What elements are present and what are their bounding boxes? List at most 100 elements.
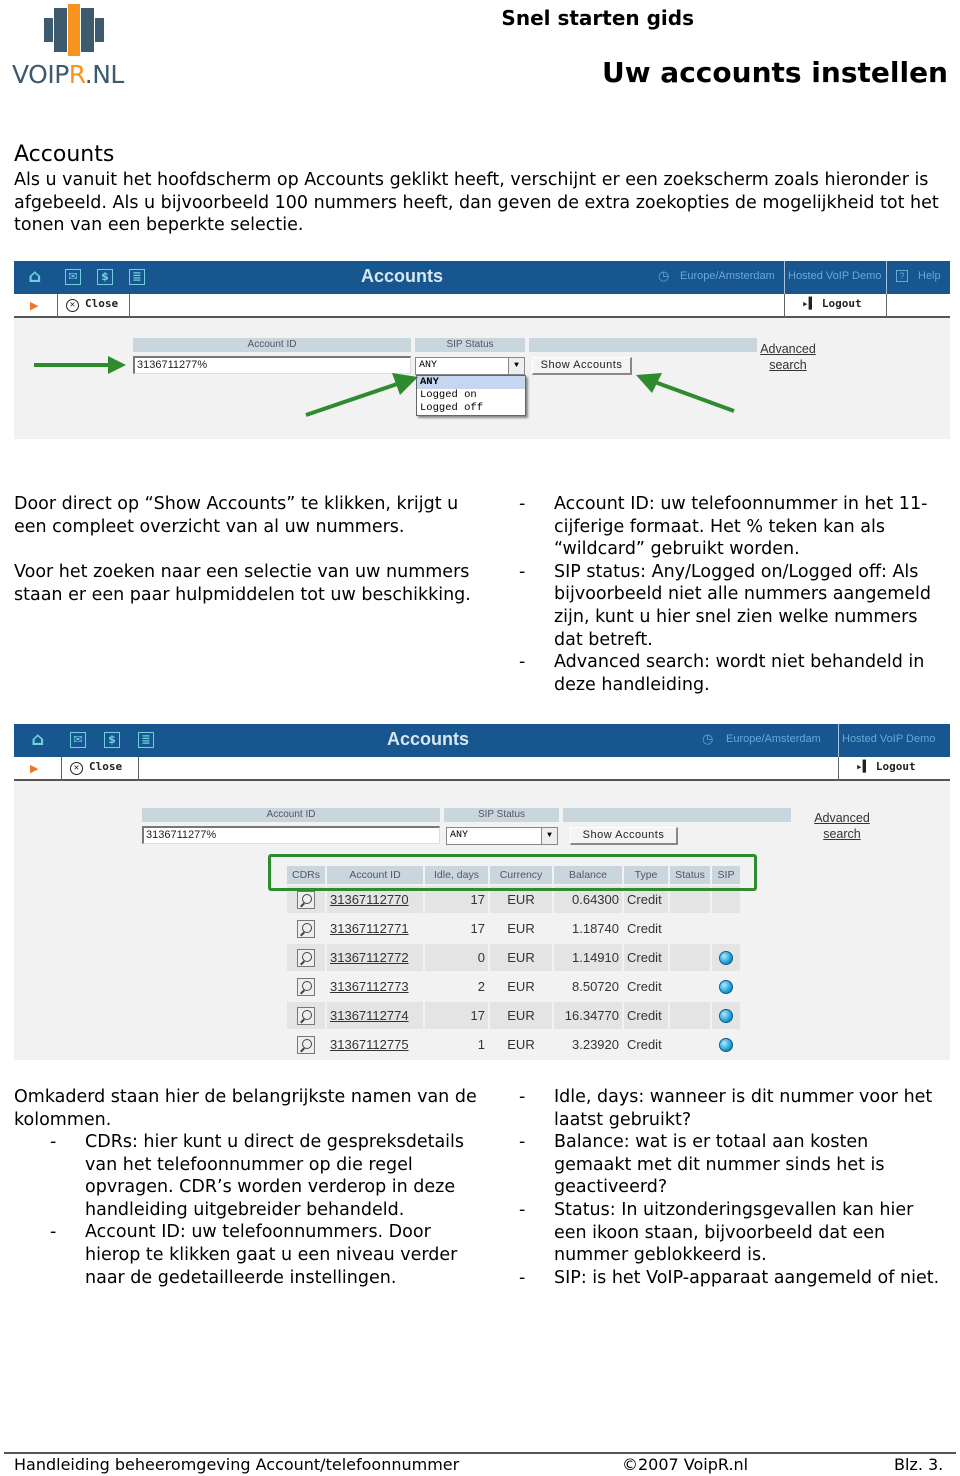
dollar-icon[interactable]: $ — [104, 732, 120, 748]
advanced-search-link[interactable]: Advanced search — [807, 810, 877, 842]
cdrs-cell — [287, 1031, 325, 1058]
search-tools-paragraph: Voor het zoeken naar een selectie van uw… — [14, 562, 471, 605]
advanced-search-link[interactable]: Advanced search — [755, 341, 821, 373]
account-id-link[interactable]: 31367112774 — [330, 1008, 409, 1023]
logout-door-icon: ▸▌ — [856, 760, 870, 773]
bullet-advanced-search: - Advanced search: wordt niet behandeld i… — [519, 652, 925, 695]
bullet-sip-status: - SIP status: Any/Logged on/Logged off: A… — [519, 561, 932, 650]
magnifier-icon[interactable] — [297, 1035, 315, 1054]
environment-label[interactable]: Hosted VoIP Demo — [788, 270, 881, 282]
idle-days-cell: 1 — [477, 1037, 485, 1052]
dollar-icon[interactable]: $ — [97, 269, 113, 285]
cdrs-cell — [287, 973, 325, 1000]
magnifier-icon[interactable] — [297, 890, 315, 909]
show-accounts-paragraph: Door direct op “Show Accounts” te klikke… — [14, 494, 459, 537]
currency-cell: EUR — [490, 1002, 552, 1029]
search-screen-screenshot: ⌂ ✉ $ ≣ Accounts ◷ Europe/Amsterdam Host… — [14, 261, 950, 439]
close-button[interactable]: ✕ Close — [70, 760, 122, 775]
magnifier-icon[interactable] — [297, 1006, 315, 1025]
columns-left-list: - CDRs: hier kunt u direct de gespreksdet… — [50, 1131, 480, 1289]
app-toolbar: ▶ ✕ Close ▸▌ Logout — [14, 294, 950, 318]
environment-label[interactable]: Hosted VoIP Demo — [842, 733, 935, 745]
home-icon[interactable]: ⌂ — [27, 268, 43, 286]
expand-arrow-icon[interactable]: ▶ — [30, 299, 38, 312]
account-id-link[interactable]: 31367112770 — [330, 892, 409, 907]
chevron-down-icon[interactable]: ▼ — [508, 358, 524, 374]
sip-status-select[interactable]: ANY ▼ — [446, 827, 558, 845]
section-title: Accounts — [14, 142, 115, 167]
app-page-title: Accounts — [387, 729, 470, 749]
sip-option-logged-on[interactable]: Logged on — [417, 389, 525, 402]
table-row: 31367112774 17 EUR 16.34770 Credit — [287, 1002, 740, 1029]
sip-option-any[interactable]: ANY — [417, 376, 525, 389]
envelope-icon[interactable]: ✉ — [70, 732, 86, 748]
table-row: 31367112771 17 EUR 1.18740 Credit — [287, 915, 740, 942]
green-arrow-diagonal-icon — [305, 373, 418, 417]
home-icon[interactable]: ⌂ — [30, 731, 46, 749]
account-id-link[interactable]: 31367112771 — [330, 921, 409, 936]
balance-cell: 3.23920 — [572, 1037, 619, 1052]
sip-status-label: SIP Status — [415, 338, 525, 352]
cdrs-cell — [287, 915, 325, 942]
account-id-link[interactable]: 31367112773 — [330, 979, 409, 994]
app-topbar: ⌂ ✉ $ ≣ Accounts ◷ Europe/Amsterdam Host… — [14, 261, 950, 294]
list-icon[interactable]: ≣ — [129, 269, 145, 285]
show-accounts-button[interactable]: Show Accounts — [532, 357, 632, 375]
bullet-account-id-column: - Account ID: uw telefoonnummers. Door hi… — [50, 1222, 458, 1288]
question-icon[interactable]: ? — [896, 270, 908, 282]
chevron-down-icon[interactable]: ▼ — [541, 828, 557, 844]
status-cell — [670, 1031, 710, 1058]
currency-cell: EUR — [507, 921, 535, 936]
idle-days-cell: 0 — [425, 944, 488, 971]
cdrs-cell — [287, 944, 325, 971]
envelope-icon[interactable]: ✉ — [65, 269, 81, 285]
intro-paragraph: Als u vanuit het hoofdscherm op Accounts… — [14, 170, 939, 236]
account-id-link[interactable]: 31367112775 — [330, 1037, 409, 1052]
account-id-label: Account ID — [133, 338, 411, 352]
sip-cell — [712, 1031, 740, 1058]
balance-cell: 16.34770 — [554, 1002, 622, 1029]
sip-status-select[interactable]: ANY ▼ — [415, 357, 525, 375]
help-link[interactable]: Help — [918, 270, 941, 282]
sip-online-icon — [719, 980, 733, 995]
sip-option-logged-off[interactable]: Logged off — [417, 402, 525, 415]
close-circle-icon: ✕ — [70, 762, 83, 775]
magnifier-icon[interactable] — [297, 948, 315, 967]
logout-button[interactable]: ▸▌ Logout — [856, 760, 916, 773]
document-subtitle: Snel starten gids — [501, 6, 694, 30]
account-id-link[interactable]: 31367112772 — [330, 950, 409, 965]
clock-icon: ◷ — [658, 268, 670, 283]
show-accounts-button[interactable]: Show Accounts — [570, 827, 678, 845]
search-options-list: - Account ID: uw telefoonnummer in het 11… — [519, 493, 939, 696]
list-icon[interactable]: ≣ — [138, 732, 154, 748]
idle-days-cell: 17 — [425, 1002, 488, 1029]
voipr-logo: VOIPR.NL — [12, 4, 132, 92]
logout-button[interactable]: ▸▌ Logout — [802, 297, 862, 310]
timezone-label[interactable]: Europe/Amsterdam — [726, 733, 821, 745]
account-id-cell: 31367112774 — [327, 1002, 423, 1029]
expand-arrow-icon[interactable]: ▶ — [30, 762, 38, 775]
account-id-input[interactable]: 3136711277% — [142, 826, 440, 844]
accounts-list-screenshot: ⌂ ✉ $ ≣ Accounts ◷ Europe/Amsterdam Host… — [14, 724, 950, 1060]
account-id-cell: 31367112771 — [327, 915, 423, 942]
timezone-label[interactable]: Europe/Amsterdam — [680, 270, 775, 282]
column-headers-highlight — [268, 854, 757, 891]
status-cell — [670, 944, 710, 971]
magnifier-icon[interactable] — [297, 919, 315, 938]
bullet-balance: - Balance: wat is er totaal aan kosten ge… — [519, 1132, 885, 1198]
balance-cell: 1.18740 — [572, 921, 619, 936]
app-page-title: Accounts — [361, 266, 444, 286]
footer-copyright: ©2007 VoipR.nl — [622, 1455, 749, 1474]
account-id-label: Account ID — [142, 808, 440, 822]
sip-online-icon — [719, 1038, 733, 1053]
sip-status-label: SIP Status — [444, 808, 559, 822]
magnifier-icon[interactable] — [297, 977, 315, 996]
footer-divider — [4, 1452, 956, 1454]
bullet-cdrs: - CDRs: hier kunt u direct de gespreksdet… — [50, 1132, 465, 1220]
idle-days-cell: 2 — [477, 979, 485, 994]
bullet-sip: - SIP: is het VoIP-apparaat aangemeld of … — [519, 1267, 940, 1288]
bullet-account-id: - Account ID: uw telefoonnummer in het 11… — [519, 494, 928, 560]
accounts-table: CDRs Account ID Idle, days Currency Bala… — [285, 864, 742, 1060]
close-button[interactable]: ✕ Close — [66, 297, 118, 312]
account-id-input[interactable]: 3136711277% — [133, 356, 411, 374]
